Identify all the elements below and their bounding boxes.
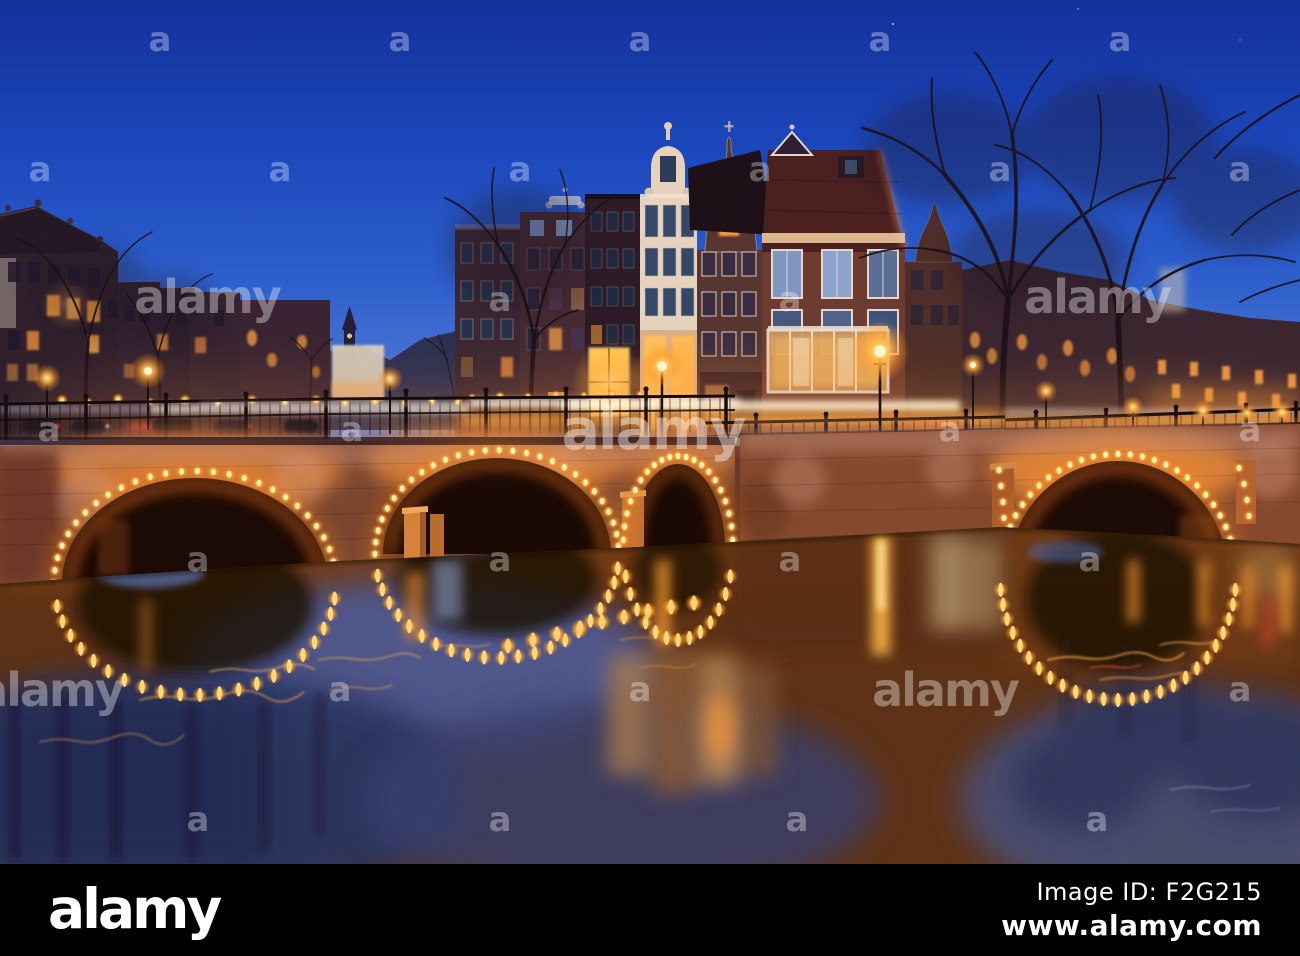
canal-water bbox=[0, 527, 1300, 864]
canal-night-photo bbox=[0, 0, 1300, 864]
image-id-text: Image ID: F2G215 bbox=[1036, 878, 1262, 906]
alamy-url-text: www.alamy.com bbox=[1001, 909, 1262, 942]
image-meta: Image ID: F2G215 www.alamy.com bbox=[1001, 878, 1262, 942]
stock-photo-page: alamyalamyalamyalamyalamyaaaaaaaaaaaaaaa… bbox=[0, 0, 1300, 956]
church-tower-clock bbox=[347, 333, 352, 339]
alamy-footer-bar: alamy Image ID: F2G215 www.alamy.com bbox=[0, 864, 1300, 956]
alamy-logo: alamy bbox=[48, 877, 222, 942]
